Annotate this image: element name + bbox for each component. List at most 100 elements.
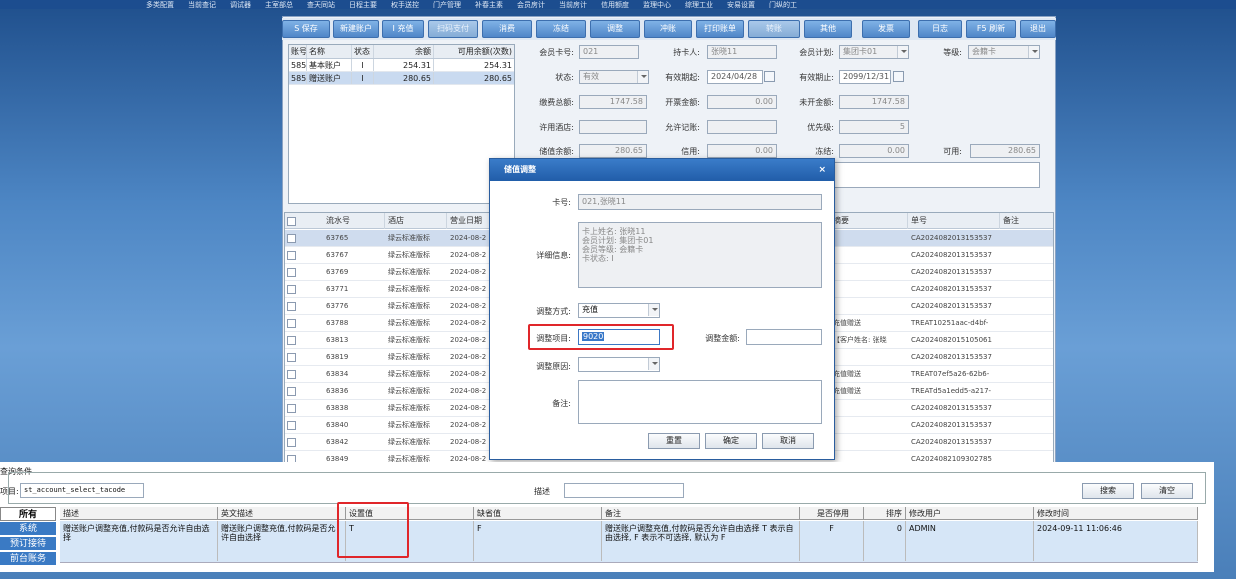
category-all[interactable]: 所有 xyxy=(0,507,56,521)
toolbar-button[interactable]: 消费 xyxy=(482,20,532,38)
toolbar-button[interactable]: 发票 xyxy=(862,20,910,38)
hotel-field[interactable] xyxy=(579,120,647,134)
toolbar-button[interactable]: 新建账户 xyxy=(333,20,379,38)
dialog-amount-field[interactable] xyxy=(746,329,822,345)
row-checkbox[interactable] xyxy=(287,302,296,311)
toolbar-button[interactable]: 其他 xyxy=(804,20,852,38)
top-menu-item[interactable]: 门产管理 xyxy=(433,0,461,9)
category-front-billing[interactable]: 前台账务 xyxy=(0,552,56,566)
account-balance: 254.31 xyxy=(374,59,434,71)
toolbar-button[interactable]: 退出 xyxy=(1020,20,1056,38)
row-checkbox[interactable] xyxy=(287,387,296,396)
card-no-field[interactable]: 021 xyxy=(579,45,639,59)
toolbar-button[interactable]: S 保存 xyxy=(282,20,330,38)
dialog-card-field[interactable]: 021,张晓11 xyxy=(578,194,822,210)
status-select[interactable]: 有效 xyxy=(579,70,649,84)
transaction-order: CA2024082013153537 xyxy=(911,404,992,412)
row-checkbox[interactable] xyxy=(287,353,296,362)
param-en-desc: 赠送账户调整充值,付款码是否允许自由选择 xyxy=(218,521,346,561)
top-menu-item[interactable]: 信用额度 xyxy=(601,0,629,9)
top-menu-item[interactable]: 主室部总 xyxy=(265,0,293,9)
row-checkbox[interactable] xyxy=(287,319,296,328)
top-menu-item[interactable]: 当前房计 xyxy=(559,0,587,9)
row-checkbox[interactable] xyxy=(287,268,296,277)
calendar-icon[interactable] xyxy=(893,71,904,82)
top-menu-item[interactable]: 补春主素 xyxy=(475,0,503,9)
toolbar-button[interactable]: 扫码支付 xyxy=(428,20,478,38)
top-menu-item[interactable]: 监理中心 xyxy=(643,0,671,9)
frozen-field[interactable]: 0.00 xyxy=(839,144,909,158)
dialog-remark-field[interactable] xyxy=(578,380,822,424)
transaction-memo xyxy=(830,230,908,247)
toolbar-button[interactable]: 冻结 xyxy=(536,20,586,38)
confirm-button[interactable]: 确定 xyxy=(705,433,757,449)
allow-record-field[interactable] xyxy=(707,120,777,134)
col-desc: 描述 xyxy=(60,507,218,520)
row-checkbox[interactable] xyxy=(287,370,296,379)
toolbar-button[interactable]: 打印账单 xyxy=(696,20,744,38)
query-desc-field[interactable] xyxy=(564,483,684,498)
category-reservation[interactable]: 预订接待 xyxy=(0,537,56,551)
top-menu-item[interactable]: 综理工业 xyxy=(685,0,713,9)
plan-select[interactable]: 集团卡01 xyxy=(839,45,909,59)
row-checkbox[interactable] xyxy=(287,336,296,345)
dialog-reason-select[interactable] xyxy=(578,357,660,372)
top-menu-item[interactable]: 权手送控 xyxy=(391,0,419,9)
search-button[interactable]: 搜索 xyxy=(1082,483,1134,499)
category-system[interactable]: 系统 xyxy=(0,522,56,536)
clear-button[interactable]: 清空 xyxy=(1141,483,1193,499)
toolbar-button[interactable]: I 充值 xyxy=(382,20,424,38)
holder-field[interactable]: 张晓11 xyxy=(707,45,777,59)
row-checkbox[interactable] xyxy=(287,404,296,413)
row-checkbox[interactable] xyxy=(287,438,296,447)
transaction-order: CA2024082013153537 xyxy=(911,251,992,259)
dialog-detail-box[interactable]: 卡上姓名: 张晓11 会员计划: 集团卡01 会员等级: 会籍卡 卡状态: I xyxy=(578,222,822,288)
valid-from-field[interactable]: 2024/04/28 xyxy=(707,70,763,84)
toolbar-button[interactable]: F5 刷新 xyxy=(966,20,1016,38)
top-menu-item[interactable]: 查天同站 xyxy=(307,0,335,9)
account-row[interactable]: 5854 赠送账户 I 280.65 280.65 xyxy=(289,72,514,85)
priority-field[interactable]: 5 xyxy=(839,120,909,134)
dialog-title: 储值调整 xyxy=(504,165,536,174)
usable-field[interactable]: 280.65 xyxy=(970,144,1040,158)
paid-total-field[interactable]: 1747.58 xyxy=(579,95,647,109)
top-menu-item[interactable]: 安易设置 xyxy=(727,0,755,9)
dialog-detail-label: 详细信息: xyxy=(536,251,571,260)
invoiced-field[interactable]: 0.00 xyxy=(707,95,777,109)
top-menu-item[interactable]: 日程主要 xyxy=(349,0,377,9)
credit-field[interactable]: 0.00 xyxy=(707,144,777,158)
top-menu-item[interactable]: 当前查记 xyxy=(188,0,216,9)
top-menu-bar: 多类配置 当前查记 调试器 主室部总 查天同站 日程主要 权手送控 门产管理 补春主素 会员房计 当… xyxy=(0,0,1236,9)
row-checkbox[interactable] xyxy=(287,251,296,260)
valid-to-field[interactable]: 2099/12/31 xyxy=(839,70,891,84)
dialog-method-select[interactable]: 充值 xyxy=(578,303,660,318)
top-menu-item[interactable]: 会员房计 xyxy=(517,0,545,9)
top-menu-item[interactable]: 门纵的工 xyxy=(769,0,797,9)
notes-box[interactable] xyxy=(834,162,1040,188)
close-icon[interactable]: × xyxy=(818,159,826,181)
param-order: 0 xyxy=(864,521,906,561)
toolbar-button[interactable]: 调整 xyxy=(590,20,640,38)
toolbar-button[interactable]: 日志 xyxy=(918,20,962,38)
query-item-field[interactable]: st_account_select_tacode xyxy=(20,483,144,498)
toolbar-button[interactable]: 转账 xyxy=(748,20,800,38)
calendar-icon[interactable] xyxy=(764,71,775,82)
not-invoiced-field[interactable]: 1747.58 xyxy=(839,95,909,109)
method-value: 充值 xyxy=(582,305,598,314)
row-checkbox[interactable] xyxy=(287,234,296,243)
row-checkbox[interactable] xyxy=(287,421,296,430)
transaction-memo xyxy=(830,298,908,315)
account-row[interactable]: 5854 基本账户 I 254.31 254.31 xyxy=(289,59,514,72)
top-menu-item[interactable]: 多类配置 xyxy=(146,0,174,9)
top-menu-item[interactable]: 调试器 xyxy=(230,0,251,9)
level-value: 会籍卡 xyxy=(972,47,996,56)
cancel-button[interactable]: 取消 xyxy=(762,433,814,449)
col-account-name: 名称 xyxy=(307,45,352,58)
stored-field[interactable]: 280.65 xyxy=(579,144,647,158)
reset-button[interactable]: 重置 xyxy=(648,433,700,449)
toolbar-button[interactable]: 冲账 xyxy=(644,20,692,38)
select-all-checkbox[interactable] xyxy=(287,217,296,226)
level-select[interactable]: 会籍卡 xyxy=(968,45,1040,59)
dialog-method-label: 调整方式: xyxy=(536,307,571,316)
row-checkbox[interactable] xyxy=(287,285,296,294)
